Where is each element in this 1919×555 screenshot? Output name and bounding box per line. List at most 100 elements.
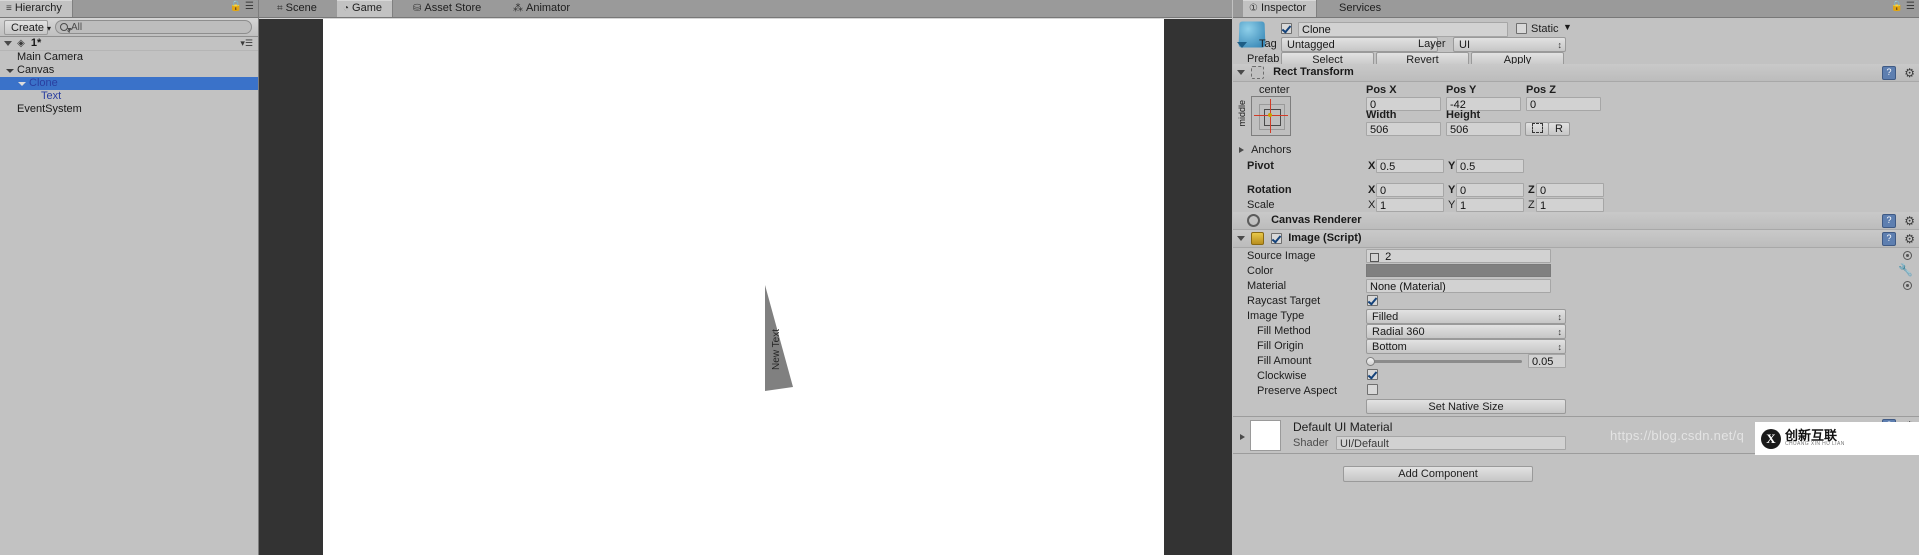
help-icon[interactable]: ? xyxy=(1882,232,1896,246)
tab-services[interactable]: Services xyxy=(1333,0,1391,17)
scene-options-icon[interactable]: ▾☰ xyxy=(240,37,253,50)
image-script-foldout-icon[interactable] xyxy=(1237,235,1245,241)
fill-amount-value[interactable]: 0.05 xyxy=(1528,354,1566,368)
create-button[interactable]: Create xyxy=(4,20,48,35)
fill-origin-label: Fill Origin xyxy=(1257,340,1304,352)
anchor-preset-button[interactable] xyxy=(1251,96,1291,136)
raycast-target-checkbox[interactable] xyxy=(1367,295,1378,306)
anchor-preset-side-label: middle xyxy=(1237,100,1247,127)
material-preview-thumb xyxy=(1250,420,1281,451)
object-enabled-checkbox[interactable] xyxy=(1281,23,1292,34)
image-enabled-checkbox[interactable] xyxy=(1271,232,1283,244)
hierarchy-item-clone[interactable]: Clone xyxy=(0,77,258,90)
scale-axis-2: Z xyxy=(1528,199,1535,211)
tab-inspector[interactable]: ① Inspector xyxy=(1243,0,1318,17)
hamburger-icon[interactable]: ☰ xyxy=(1906,1,1915,12)
image-script-body: Source Image 2 Color 🔧 Material None (Ma… xyxy=(1233,248,1919,416)
object-name-field[interactable]: Clone xyxy=(1298,22,1508,37)
static-checkbox[interactable] xyxy=(1516,23,1527,34)
layer-label: Layer xyxy=(1418,38,1446,50)
rotation-input-1[interactable]: 0 xyxy=(1456,183,1524,197)
hierarchy-item-text[interactable]: Text xyxy=(0,90,258,103)
rect-transform-header[interactable]: Rect Transform ? ⚙ xyxy=(1233,64,1919,82)
lock-icon[interactable]: 🔒 xyxy=(1891,1,1903,12)
material-title: Default UI Material xyxy=(1293,420,1393,434)
fill-origin-dropdown[interactable]: Bottom xyxy=(1366,339,1566,354)
fill-amount-slider[interactable] xyxy=(1367,360,1522,363)
image-type-dropdown[interactable]: Filled xyxy=(1366,309,1566,324)
pos-label-0: Pos X xyxy=(1366,84,1397,96)
static-dropdown-arrow[interactable]: ▼ xyxy=(1563,22,1572,32)
material-foldout-icon[interactable] xyxy=(1240,431,1245,443)
layer-dropdown[interactable]: UI xyxy=(1453,37,1566,52)
tag-dropdown[interactable]: Untagged xyxy=(1281,37,1438,52)
chevron-down-icon[interactable]: ▼ xyxy=(66,24,73,37)
hierarchy-panel-menu[interactable]: 🔒 ☰ xyxy=(230,1,254,12)
expand-icon[interactable] xyxy=(18,81,26,86)
color-swatch[interactable] xyxy=(1366,264,1551,277)
tab-hierarchy[interactable]: ≡ Hierarchy xyxy=(0,0,73,17)
rect-transform-foldout-icon[interactable] xyxy=(1237,69,1245,75)
scale-label: Scale xyxy=(1247,199,1275,211)
fill-amount-slider-knob[interactable] xyxy=(1366,357,1375,366)
size-input-1[interactable]: 506 xyxy=(1446,122,1521,136)
anchors-foldout-icon[interactable] xyxy=(1239,147,1244,154)
brand-name-pinyin: CHUANG XIN HU LIAN xyxy=(1785,441,1845,447)
hamburger-icon[interactable]: ☰ xyxy=(245,1,254,12)
expand-icon[interactable] xyxy=(6,68,14,73)
anchors-foldout[interactable]: Anchors xyxy=(1239,144,1291,156)
rotation-input-2[interactable]: 0 xyxy=(1536,183,1604,197)
shader-field[interactable]: UI/Default xyxy=(1336,436,1566,450)
search-input[interactable]: ▼ All xyxy=(55,20,252,34)
pos-input-2[interactable]: 0 xyxy=(1526,97,1601,111)
scene-row[interactable]: ◈ 1* ▾☰ xyxy=(0,37,258,51)
source-image-picker[interactable] xyxy=(1903,251,1912,260)
clockwise-checkbox[interactable] xyxy=(1367,369,1378,380)
gear-icon[interactable]: ⚙ xyxy=(1904,213,1915,230)
tab-asset-store[interactable]: ⛁ Asset Store xyxy=(407,0,491,17)
gear-icon[interactable]: ⚙ xyxy=(1904,231,1915,248)
canvas-renderer-header[interactable]: Canvas Renderer ? ⚙ xyxy=(1233,212,1919,230)
pivot-input-1[interactable]: 0.5 xyxy=(1456,159,1524,173)
lock-icon[interactable]: 🔒 xyxy=(230,1,242,12)
scale-input-0[interactable]: 1 xyxy=(1376,198,1444,212)
brand-logo-badge: X 创新互联 CHUANG XIN HU LIAN xyxy=(1755,422,1919,455)
raw-edit-button[interactable]: R xyxy=(1548,122,1570,136)
scene-expand-icon[interactable] xyxy=(4,40,12,46)
gear-icon[interactable]: ⚙ xyxy=(1904,65,1915,82)
material-field[interactable]: None (Material) xyxy=(1366,279,1551,293)
size-input-0[interactable]: 506 xyxy=(1366,122,1441,136)
image-script-header[interactable]: Image (Script) ? ⚙ xyxy=(1233,230,1919,248)
game-render-area[interactable]: New Text xyxy=(259,19,1232,555)
preserve-aspect-checkbox[interactable] xyxy=(1367,384,1378,395)
add-component-button[interactable]: Add Component xyxy=(1343,466,1533,482)
tab-label: Animator xyxy=(526,2,571,14)
hierarchy-item-eventsystem[interactable]: EventSystem xyxy=(0,103,258,116)
set-native-size-button[interactable]: Set Native Size xyxy=(1366,399,1566,414)
static-label: Static xyxy=(1531,23,1559,35)
fill-method-dropdown[interactable]: Radial 360 xyxy=(1366,324,1566,339)
tab-label: Asset Store xyxy=(424,2,482,14)
shader-label: Shader xyxy=(1293,437,1329,449)
rotation-input-0[interactable]: 0 xyxy=(1376,183,1444,197)
sprite-icon xyxy=(1370,252,1379,262)
brand-name-cn: 创新互联 xyxy=(1785,428,1838,443)
help-icon[interactable]: ? xyxy=(1882,66,1896,80)
tab-animator[interactable]: ⁂ Animator xyxy=(507,0,580,17)
pivot-input-0[interactable]: 0.5 xyxy=(1376,159,1444,173)
source-image-field[interactable]: 2 xyxy=(1366,249,1551,263)
hierarchy-item-label: Clone xyxy=(29,77,58,89)
scale-input-2[interactable]: 1 xyxy=(1536,198,1604,212)
hierarchy-item-main-camera[interactable]: Main Camera xyxy=(0,51,258,64)
blueprint-mode-button[interactable] xyxy=(1525,122,1549,136)
hierarchy-list: Main Camera Canvas Clone Text EventSystem xyxy=(0,51,258,116)
material-picker[interactable] xyxy=(1903,281,1912,290)
tab-game[interactable]: ◔ Game xyxy=(337,0,394,17)
hierarchy-item-canvas[interactable]: Canvas xyxy=(0,64,258,77)
hierarchy-item-label: Canvas xyxy=(17,64,55,76)
tab-scene[interactable]: ⌗ Scene xyxy=(271,0,327,17)
eyedropper-icon[interactable]: 🔧 xyxy=(1898,263,1913,277)
scale-input-1[interactable]: 1 xyxy=(1456,198,1524,212)
inspector-panel-menu[interactable]: 🔒 ☰ xyxy=(1891,1,1915,12)
help-icon[interactable]: ? xyxy=(1882,214,1896,228)
